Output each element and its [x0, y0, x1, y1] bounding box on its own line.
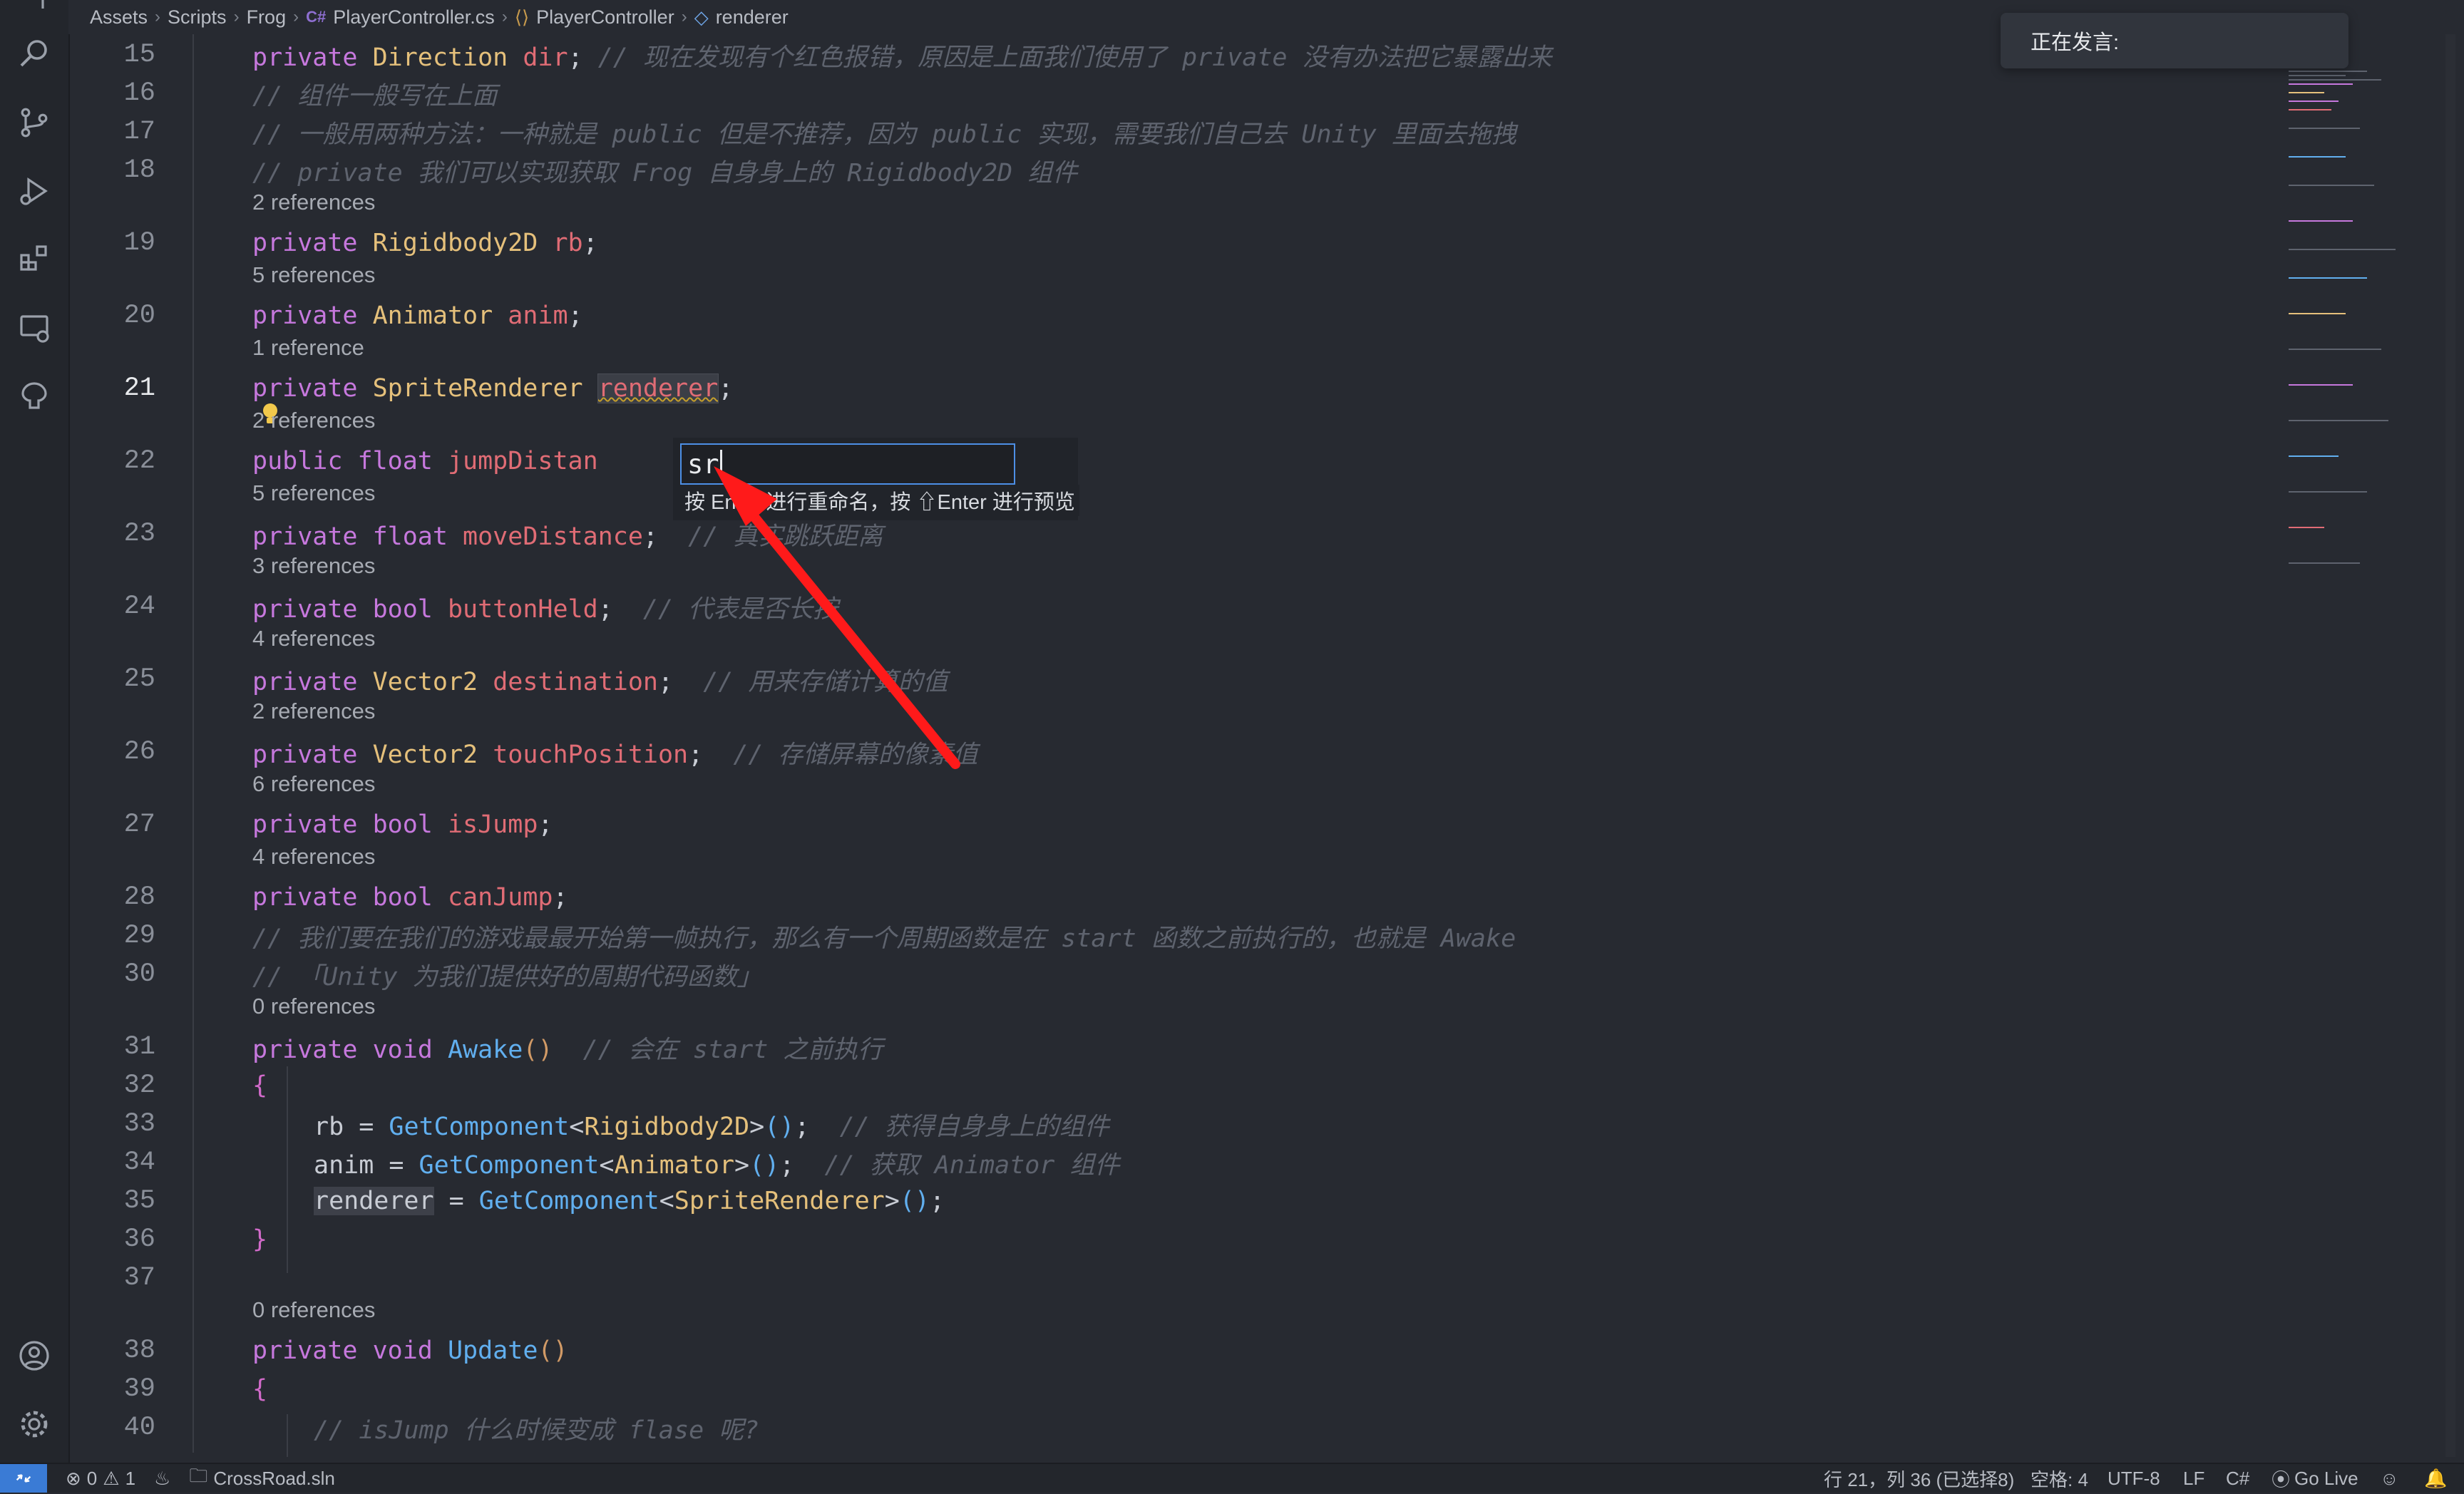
- annotation-arrow: [714, 466, 960, 769]
- chevron-right-icon: ›: [501, 7, 508, 26]
- solution-indicator[interactable]: 🗀 CrossRoad.sln: [189, 1463, 335, 1494]
- breadcrumb-item-assets[interactable]: Assets: [90, 6, 148, 29]
- chevron-right-icon: ›: [293, 7, 299, 26]
- error-icon: ⊗: [66, 1467, 81, 1489]
- language-indicator[interactable]: C#: [2226, 1464, 2249, 1493]
- code-editor[interactable]: 15 private Direction dir; // 现在发现有个红色报错，…: [68, 34, 2450, 1457]
- explorer-icon[interactable]: [16, 0, 53, 24]
- chevron-right-icon: ›: [681, 7, 687, 26]
- vertical-scrollbar[interactable]: [2445, 34, 2455, 1457]
- activity-bar: [0, 0, 70, 1463]
- folder-icon: 🗀: [189, 1465, 208, 1486]
- class-symbol-icon: ⟨⟩: [514, 6, 530, 28]
- breadcrumb-item-field[interactable]: renderer: [716, 6, 789, 29]
- settings-gear-icon[interactable]: [16, 1406, 53, 1443]
- accounts-icon[interactable]: [16, 1337, 53, 1374]
- go-live-button[interactable]: ⦿ Go Live: [2272, 1464, 2358, 1493]
- warning-count: 1: [125, 1467, 136, 1489]
- notifications-bell-icon[interactable]: 🔔: [2424, 1464, 2447, 1493]
- problems-indicator[interactable]: ⊗ 0 ⚠ 1: [66, 1468, 135, 1490]
- solution-name: CrossRoad.sln: [213, 1467, 335, 1489]
- remote-explorer-icon[interactable]: [16, 309, 53, 346]
- breadcrumb-item-scripts[interactable]: Scripts: [168, 6, 227, 29]
- testing-icon[interactable]: [16, 378, 53, 415]
- csharp-file-icon: C#: [306, 8, 327, 26]
- breadcrumb-item-file[interactable]: PlayerController.cs: [333, 6, 495, 29]
- eol-indicator[interactable]: LF: [2183, 1464, 2204, 1493]
- speaking-notification: 正在发言:: [2001, 13, 2348, 68]
- flame-icon[interactable]: ♨: [154, 1468, 170, 1490]
- breadcrumb-item-frog[interactable]: Frog: [247, 6, 287, 29]
- run-debug-icon[interactable]: [16, 172, 53, 210]
- encoding-indicator[interactable]: UTF-8: [2108, 1464, 2160, 1493]
- error-count: 0: [86, 1467, 98, 1489]
- warning-icon: ⚠: [103, 1467, 120, 1489]
- extensions-icon[interactable]: [16, 239, 53, 277]
- indentation-indicator[interactable]: 空格: 4: [2031, 1464, 2088, 1493]
- broadcast-icon: ⦿: [2272, 1468, 2291, 1490]
- field-symbol-icon: ◇: [694, 6, 709, 28]
- feedback-icon[interactable]: ☺: [2380, 1464, 2399, 1493]
- chevron-right-icon: ›: [233, 7, 240, 26]
- status-bar: ⊗ 0 ⚠ 1 ♨ 🗀 CrossRoad.sln 行 21，列 36 (已选择…: [0, 1463, 2464, 1493]
- source-control-icon[interactable]: [16, 104, 53, 141]
- cursor-position[interactable]: 行 21，列 36 (已选择8): [1824, 1464, 2014, 1493]
- chevron-right-icon: ›: [155, 7, 161, 26]
- search-icon[interactable]: [16, 34, 53, 71]
- breadcrumb-item-class[interactable]: PlayerController: [536, 6, 674, 29]
- minimap[interactable]: [2281, 64, 2438, 634]
- remote-indicator-icon[interactable]: [0, 1464, 47, 1493]
